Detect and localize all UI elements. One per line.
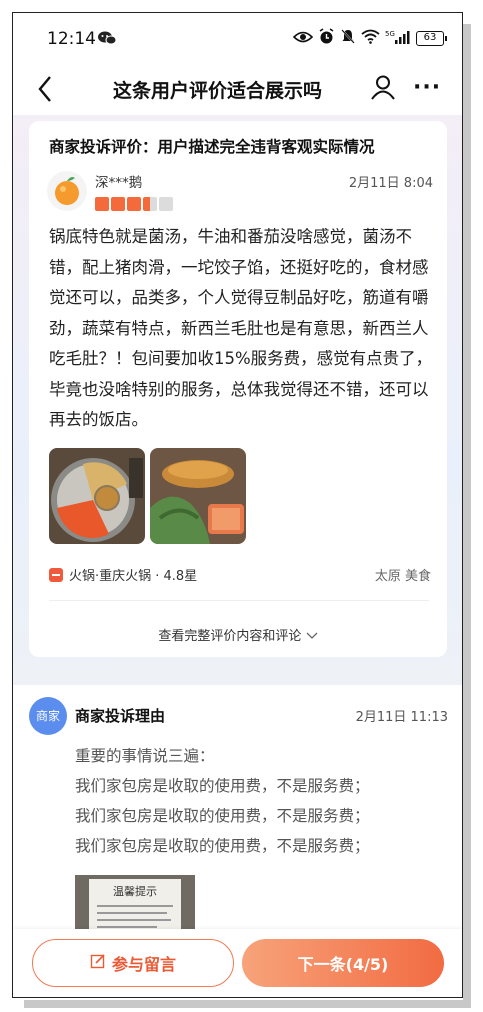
- star-half-icon: [143, 197, 157, 211]
- star-empty-icon: [159, 197, 173, 211]
- shop-category-icon: [49, 567, 63, 582]
- avatar[interactable]: [47, 171, 87, 211]
- view-full-label: 查看完整评价内容和评论: [158, 629, 302, 644]
- comment-button-label: 参与留言: [111, 955, 176, 974]
- merchant-badge: 商家: [29, 697, 67, 735]
- wechat-icon: [97, 30, 117, 50]
- wifi-icon: [361, 29, 380, 48]
- window-shadow-bottom: [24, 1000, 471, 1008]
- star-icon: [111, 197, 125, 211]
- window-shadow-right: [463, 24, 471, 1008]
- reason-line: 我们家包房是收取的使用费，不是服务费；: [75, 777, 370, 795]
- star-rating: [95, 197, 173, 211]
- page-title: 这条用户评价适合展示吗: [113, 80, 323, 102]
- status-time: 12:14: [47, 29, 96, 49]
- signal-icon: 5G: [385, 29, 411, 49]
- review-photo-1[interactable]: [49, 448, 145, 544]
- notice-photo-title: 温馨提示: [113, 884, 157, 898]
- reason-line: 重要的事情说三遍：: [75, 747, 215, 765]
- city-label: 太原 美食: [374, 569, 431, 584]
- nav-bar: 这条用户评价适合展示吗 ···: [13, 63, 462, 115]
- star-icon: [127, 197, 141, 211]
- network-label: 5G: [385, 30, 395, 38]
- complaint-title: 商家投诉评价：用户描述完全违背客观实际情况: [49, 138, 375, 156]
- review-card: 商家投诉评价：用户描述完全违背客观实际情况 深***鹅 2月11日 8:04 锅…: [29, 121, 447, 657]
- view-full-review-link[interactable]: 查看完整评价内容和评论: [29, 625, 447, 644]
- star-icon: [95, 197, 109, 211]
- more-icon[interactable]: ···: [413, 75, 441, 100]
- status-bar: 12:14 5G 63: [13, 13, 462, 63]
- reason-line: 我们家包房是收取的使用费，不是服务费；: [75, 837, 370, 855]
- next-button[interactable]: 下一条(4/5): [242, 939, 444, 987]
- edit-icon: [90, 953, 106, 973]
- bottom-action-bar: 参与留言 下一条(4/5): [13, 929, 462, 997]
- review-date: 2月11日 8:04: [348, 176, 433, 191]
- chevron-down-icon: [306, 629, 318, 644]
- alarm-icon: [318, 28, 335, 49]
- shop-tag[interactable]: 火锅·重庆火锅 · 4.8星: [49, 565, 197, 584]
- user-icon[interactable]: [370, 74, 396, 104]
- review-text: 锅底特色就是菌汤，牛油和番茄没啥感觉，菌汤不错，配上猪肉滑，一坨饺子馅，还挺好吃…: [49, 227, 433, 429]
- status-icons: 5G 63: [292, 28, 447, 49]
- review-photo-2[interactable]: [150, 448, 246, 544]
- battery-icon: 63: [416, 31, 447, 46]
- phone-screen: 12:14 5G 63 这条用户评价适合展示吗 ··· 商家投诉评价：用户描述完…: [12, 12, 463, 998]
- divider: [49, 600, 429, 601]
- back-icon[interactable]: [37, 75, 53, 107]
- merchant-title: 商家投诉理由: [75, 707, 166, 725]
- shop-tag-label: 火锅·重庆火锅 · 4.8星: [69, 569, 198, 584]
- complaint-reason: 重要的事情说三遍： 我们家包房是收取的使用费，不是服务费； 我们家包房是收取的使…: [75, 741, 455, 861]
- eye-icon: [292, 29, 314, 48]
- mute-icon: [340, 28, 356, 49]
- merchant-date: 2月11日 11:13: [355, 710, 448, 725]
- comment-button[interactable]: 参与留言: [32, 939, 234, 987]
- reason-line: 我们家包房是收取的使用费，不是服务费；: [75, 807, 370, 825]
- reviewer-name[interactable]: 深***鹅: [95, 171, 142, 191]
